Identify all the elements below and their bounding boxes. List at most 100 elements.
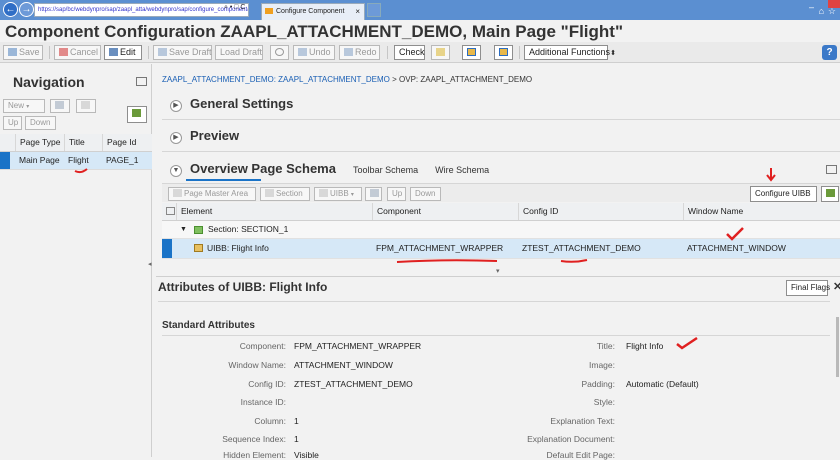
expand-icon[interactable]: ▶ (170, 100, 182, 112)
table-row[interactable]: UIBB: Flight Info FPM_ATTACHMENT_WRAPPER… (162, 239, 840, 259)
delete-element-button[interactable] (365, 187, 382, 201)
delete-page-button[interactable] (50, 99, 70, 113)
check-button[interactable]: Check (394, 45, 425, 60)
back-icon[interactable]: ← (3, 2, 18, 17)
refresh-button[interactable] (270, 45, 289, 60)
load-draft-button[interactable]: Load Draft (215, 45, 263, 60)
trash-icon (370, 189, 379, 197)
title-label: Title: (596, 341, 615, 351)
add-section-button[interactable]: Section (260, 187, 310, 201)
table-row[interactable]: ▼ Section: SECTION_1 (162, 221, 840, 239)
default-edit-page-label: Default Edit Page: (546, 450, 615, 460)
personalize-button[interactable] (127, 106, 147, 123)
address-bar[interactable]: https://sap/bc/webdynpro/sap/zaapl_atta/… (34, 3, 249, 17)
personalize-button[interactable] (821, 186, 839, 202)
refresh-icon (275, 48, 284, 56)
final-flags-button[interactable]: Final Flags (786, 280, 830, 296)
padding-value: Automatic (Default) (626, 379, 699, 389)
section-overview-page-schema[interactable]: ▼ Overview Page Schema Toolbar Schema Wir… (170, 161, 489, 177)
nav-up-button[interactable]: Up (3, 116, 22, 130)
section-icon (265, 189, 274, 197)
toolbar-divider (387, 46, 388, 59)
window-name-cell: ATTACHMENT_WINDOW (687, 243, 786, 253)
add-uibb-button[interactable]: UIBB ▾ (314, 187, 362, 201)
schema-up-button[interactable]: Up (387, 187, 406, 201)
column-header-window-name[interactable]: Window Name (683, 203, 840, 220)
layout-button-2[interactable] (462, 45, 481, 60)
tree-collapse-icon[interactable]: ▼ (180, 221, 187, 238)
copy-page-button[interactable] (76, 99, 96, 113)
component-cell: FPM_ATTACHMENT_WRAPPER (376, 243, 504, 253)
schema-table-header: Element Component Config ID Window Name (162, 203, 840, 221)
component-label: Component: (239, 341, 286, 351)
navigation-panel: Navigation New ▾ Up Down Page Type Title… (0, 64, 152, 457)
main-toolbar: Save Cancel Edit Save Draft Load Draft U… (0, 42, 840, 63)
tab-toolbar-schema[interactable]: Toolbar Schema (353, 165, 418, 175)
new-page-button[interactable]: New ▾ (3, 99, 45, 113)
collapse-panel-icon[interactable] (826, 165, 837, 174)
standard-attributes-title: Standard Attributes (162, 320, 255, 331)
page-master-area-button[interactable]: Page Master Area (168, 187, 256, 201)
column-header-page-type[interactable]: Page Type (15, 134, 64, 151)
expand-icon[interactable]: ▶ (170, 132, 182, 144)
column-label: Column: (254, 416, 286, 426)
redo-button[interactable]: Redo (339, 45, 380, 60)
column-header-config-id[interactable]: Config ID (518, 203, 683, 220)
address-bar-controls[interactable]: ⌕ • □ C (224, 4, 246, 12)
uibb-icon (194, 244, 203, 252)
schema-down-button[interactable]: Down (410, 187, 441, 201)
column-header-page-id[interactable]: Page Id (102, 134, 152, 151)
section-divider (162, 119, 840, 120)
browser-tab[interactable]: Configure Component × (261, 3, 365, 20)
tab-wire-schema[interactable]: Wire Schema (435, 165, 489, 175)
row-select-header (0, 134, 15, 151)
dropdown-arrow-icon: ▾ (26, 104, 30, 110)
section-preview[interactable]: ▶ Preview (170, 128, 239, 144)
redo-icon (344, 48, 353, 56)
window-close-button[interactable] (828, 0, 840, 8)
config-id-value: ZTEST_ATTACHMENT_DEMO (294, 379, 413, 389)
help-icon[interactable]: ? (822, 45, 837, 60)
minimize-icon[interactable]: – (809, 2, 814, 12)
column-header-component[interactable]: Component (372, 203, 518, 220)
edit-button[interactable]: Edit (104, 45, 142, 60)
cancel-button[interactable]: Cancel (54, 45, 101, 60)
column-header-title[interactable]: Title (64, 134, 102, 151)
close-icon[interactable]: ✕ (833, 280, 840, 293)
save-button[interactable]: Save (3, 45, 43, 60)
page-id-cell: PAGE_1 (106, 155, 139, 165)
forward-icon[interactable]: → (19, 2, 34, 17)
tab-close-icon[interactable]: × (355, 4, 360, 19)
undo-button[interactable]: Undo (293, 45, 335, 60)
cancel-icon (59, 48, 68, 56)
splitter-handle-icon[interactable]: ▾ (496, 267, 500, 275)
layout-list-icon (436, 48, 445, 56)
column-header-element[interactable]: Element (176, 203, 372, 220)
configure-uibb-button[interactable]: Configure UIBB (750, 186, 817, 202)
component-value: FPM_ATTACHMENT_WRAPPER (294, 341, 422, 351)
breadcrumb-link[interactable]: ZAAPL_ATTACHMENT_DEMO: ZAAPL_ATTACHMENT_… (162, 75, 390, 84)
page-type-cell: Main Page (19, 155, 60, 165)
new-tab-button[interactable] (367, 3, 381, 17)
additional-functions-button[interactable]: Additional Functions⬍ (524, 45, 616, 60)
save-draft-button[interactable]: Save Draft (153, 45, 212, 60)
explanation-document-label: Explanation Document: (527, 434, 615, 444)
table-row[interactable]: Main Page Flight PAGE_1 (0, 152, 152, 170)
layout-button-3[interactable] (494, 45, 513, 60)
dropdown-arrow-icon: ▾ (350, 192, 354, 198)
collapse-icon[interactable]: ▼ (170, 165, 182, 177)
row-selector[interactable] (162, 239, 172, 258)
scrollbar-thumb[interactable] (836, 317, 839, 377)
window-name-label: Window Name: (228, 360, 286, 370)
home-icon[interactable]: ⌂ (819, 6, 824, 16)
collapse-panel-icon[interactable] (136, 77, 147, 86)
splitter-arrow-icon[interactable]: ◂ (148, 260, 152, 268)
layout-columns-icon (467, 48, 476, 56)
row-selector[interactable] (0, 152, 10, 169)
section-general-settings[interactable]: ▶ General Settings (170, 96, 293, 112)
dropdown-arrow-icon: ⬍ (610, 50, 616, 57)
user-settings-icon (132, 109, 141, 117)
nav-down-button[interactable]: Down (25, 116, 56, 130)
table-settings-icon[interactable] (162, 203, 176, 220)
layout-button-1[interactable] (431, 45, 450, 60)
